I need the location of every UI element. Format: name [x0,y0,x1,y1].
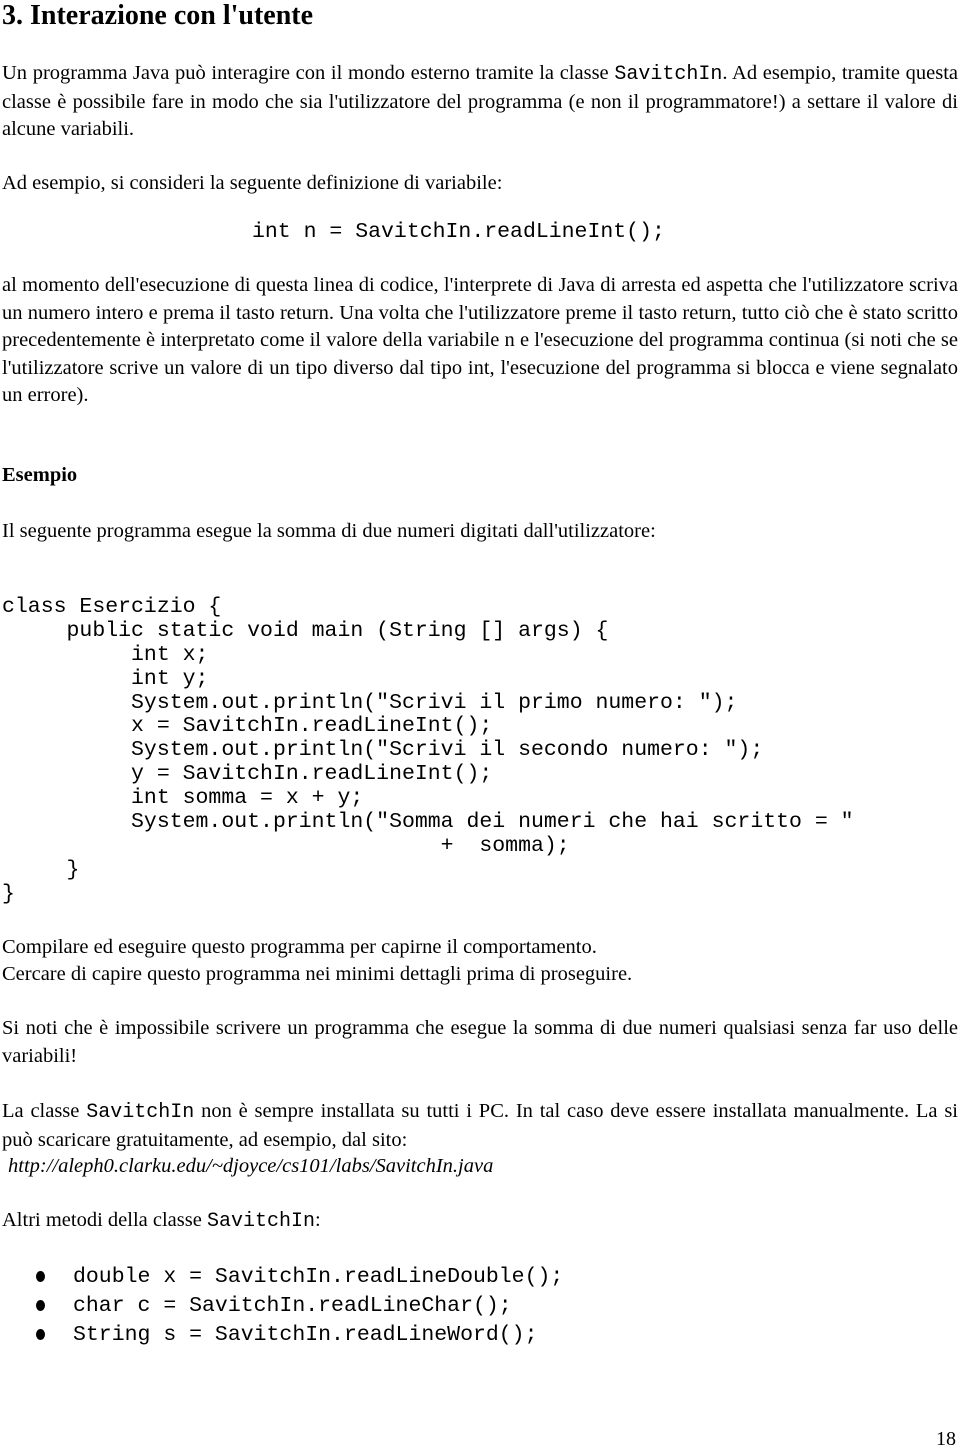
method-code: double x = SavitchIn.readLineDouble(); [73,1264,564,1289]
bullet-icon [36,1271,45,1282]
method-code: char c = SavitchIn.readLineChar(); [73,1293,512,1318]
code-line: System.out.println("Scrivi il primo nume… [2,690,738,715]
class-name-inline: SavitchIn [86,1101,195,1124]
program-intro: Il seguente programma esegue la somma di… [2,520,656,542]
page-number: 18 [936,1428,956,1450]
other-methods-suffix: : [314,1209,321,1231]
methods-list: double x = SavitchIn.readLineDouble(); c… [36,1262,563,1349]
other-methods-label: Altri metodi della classe SavitchIn: [2,1207,958,1236]
class-name-inline: SavitchIn [206,1210,315,1233]
list-item: String s = SavitchIn.readLineWord(); [36,1320,563,1349]
download-link[interactable]: http://aleph0.clarku.edu/~djoyce/cs101/l… [8,1153,960,1181]
example-intro: Ad esempio, si consideri la seguente def… [2,172,503,194]
intro-text-1: Un programma Java può interagire con il … [2,62,615,84]
compile-instruction: Compilare ed eseguire questo programma p… [2,936,597,958]
list-item: double x = SavitchIn.readLineDouble(); [36,1262,563,1291]
esempio-heading: Esempio [2,464,78,486]
other-methods-text: Altri metodi della classe [2,1209,207,1231]
list-item: char c = SavitchIn.readLineChar(); [36,1291,563,1320]
code-line: } [2,857,80,882]
variables-note: Si noti che è impossibile scrivere un pr… [2,1017,958,1067]
bullet-icon [36,1300,45,1311]
code-line: System.out.println("Somma dei numeri che… [2,810,854,835]
install-paragraph: La classe SavitchIn non è sempre install… [2,1098,958,1154]
code-line: } [2,881,15,906]
bullet-icon [36,1329,45,1340]
class-name-inline: SavitchIn [614,63,723,86]
intro-paragraph: Un programma Java può interagire con il … [2,60,958,144]
code-line: + somma); [2,833,570,858]
code-line: public static void main (String [] args)… [2,618,609,643]
method-code: String s = SavitchIn.readLineWord(); [73,1322,538,1347]
program-code-block: class Esercizio { public static void mai… [2,595,854,907]
understand-instruction: Cercare di capire questo programma nei m… [2,963,633,985]
section-title: 3. Interazione con l'utente [2,0,314,31]
code-line: int somma = x + y; [2,786,364,811]
code-line: x = SavitchIn.readLineInt(); [2,714,493,739]
code-line: int x; [2,642,209,667]
code-line: int y; [2,666,209,691]
example-code-line: int n = SavitchIn.readLineInt(); [252,220,665,244]
code-line: class Esercizio { [2,595,222,619]
explanation-paragraph: al momento dell'esecuzione di questa lin… [2,274,958,406]
code-line: System.out.println("Scrivi il secondo nu… [2,738,764,763]
code-line: y = SavitchIn.readLineInt(); [2,762,493,787]
install-text-1: La classe [2,1100,87,1122]
